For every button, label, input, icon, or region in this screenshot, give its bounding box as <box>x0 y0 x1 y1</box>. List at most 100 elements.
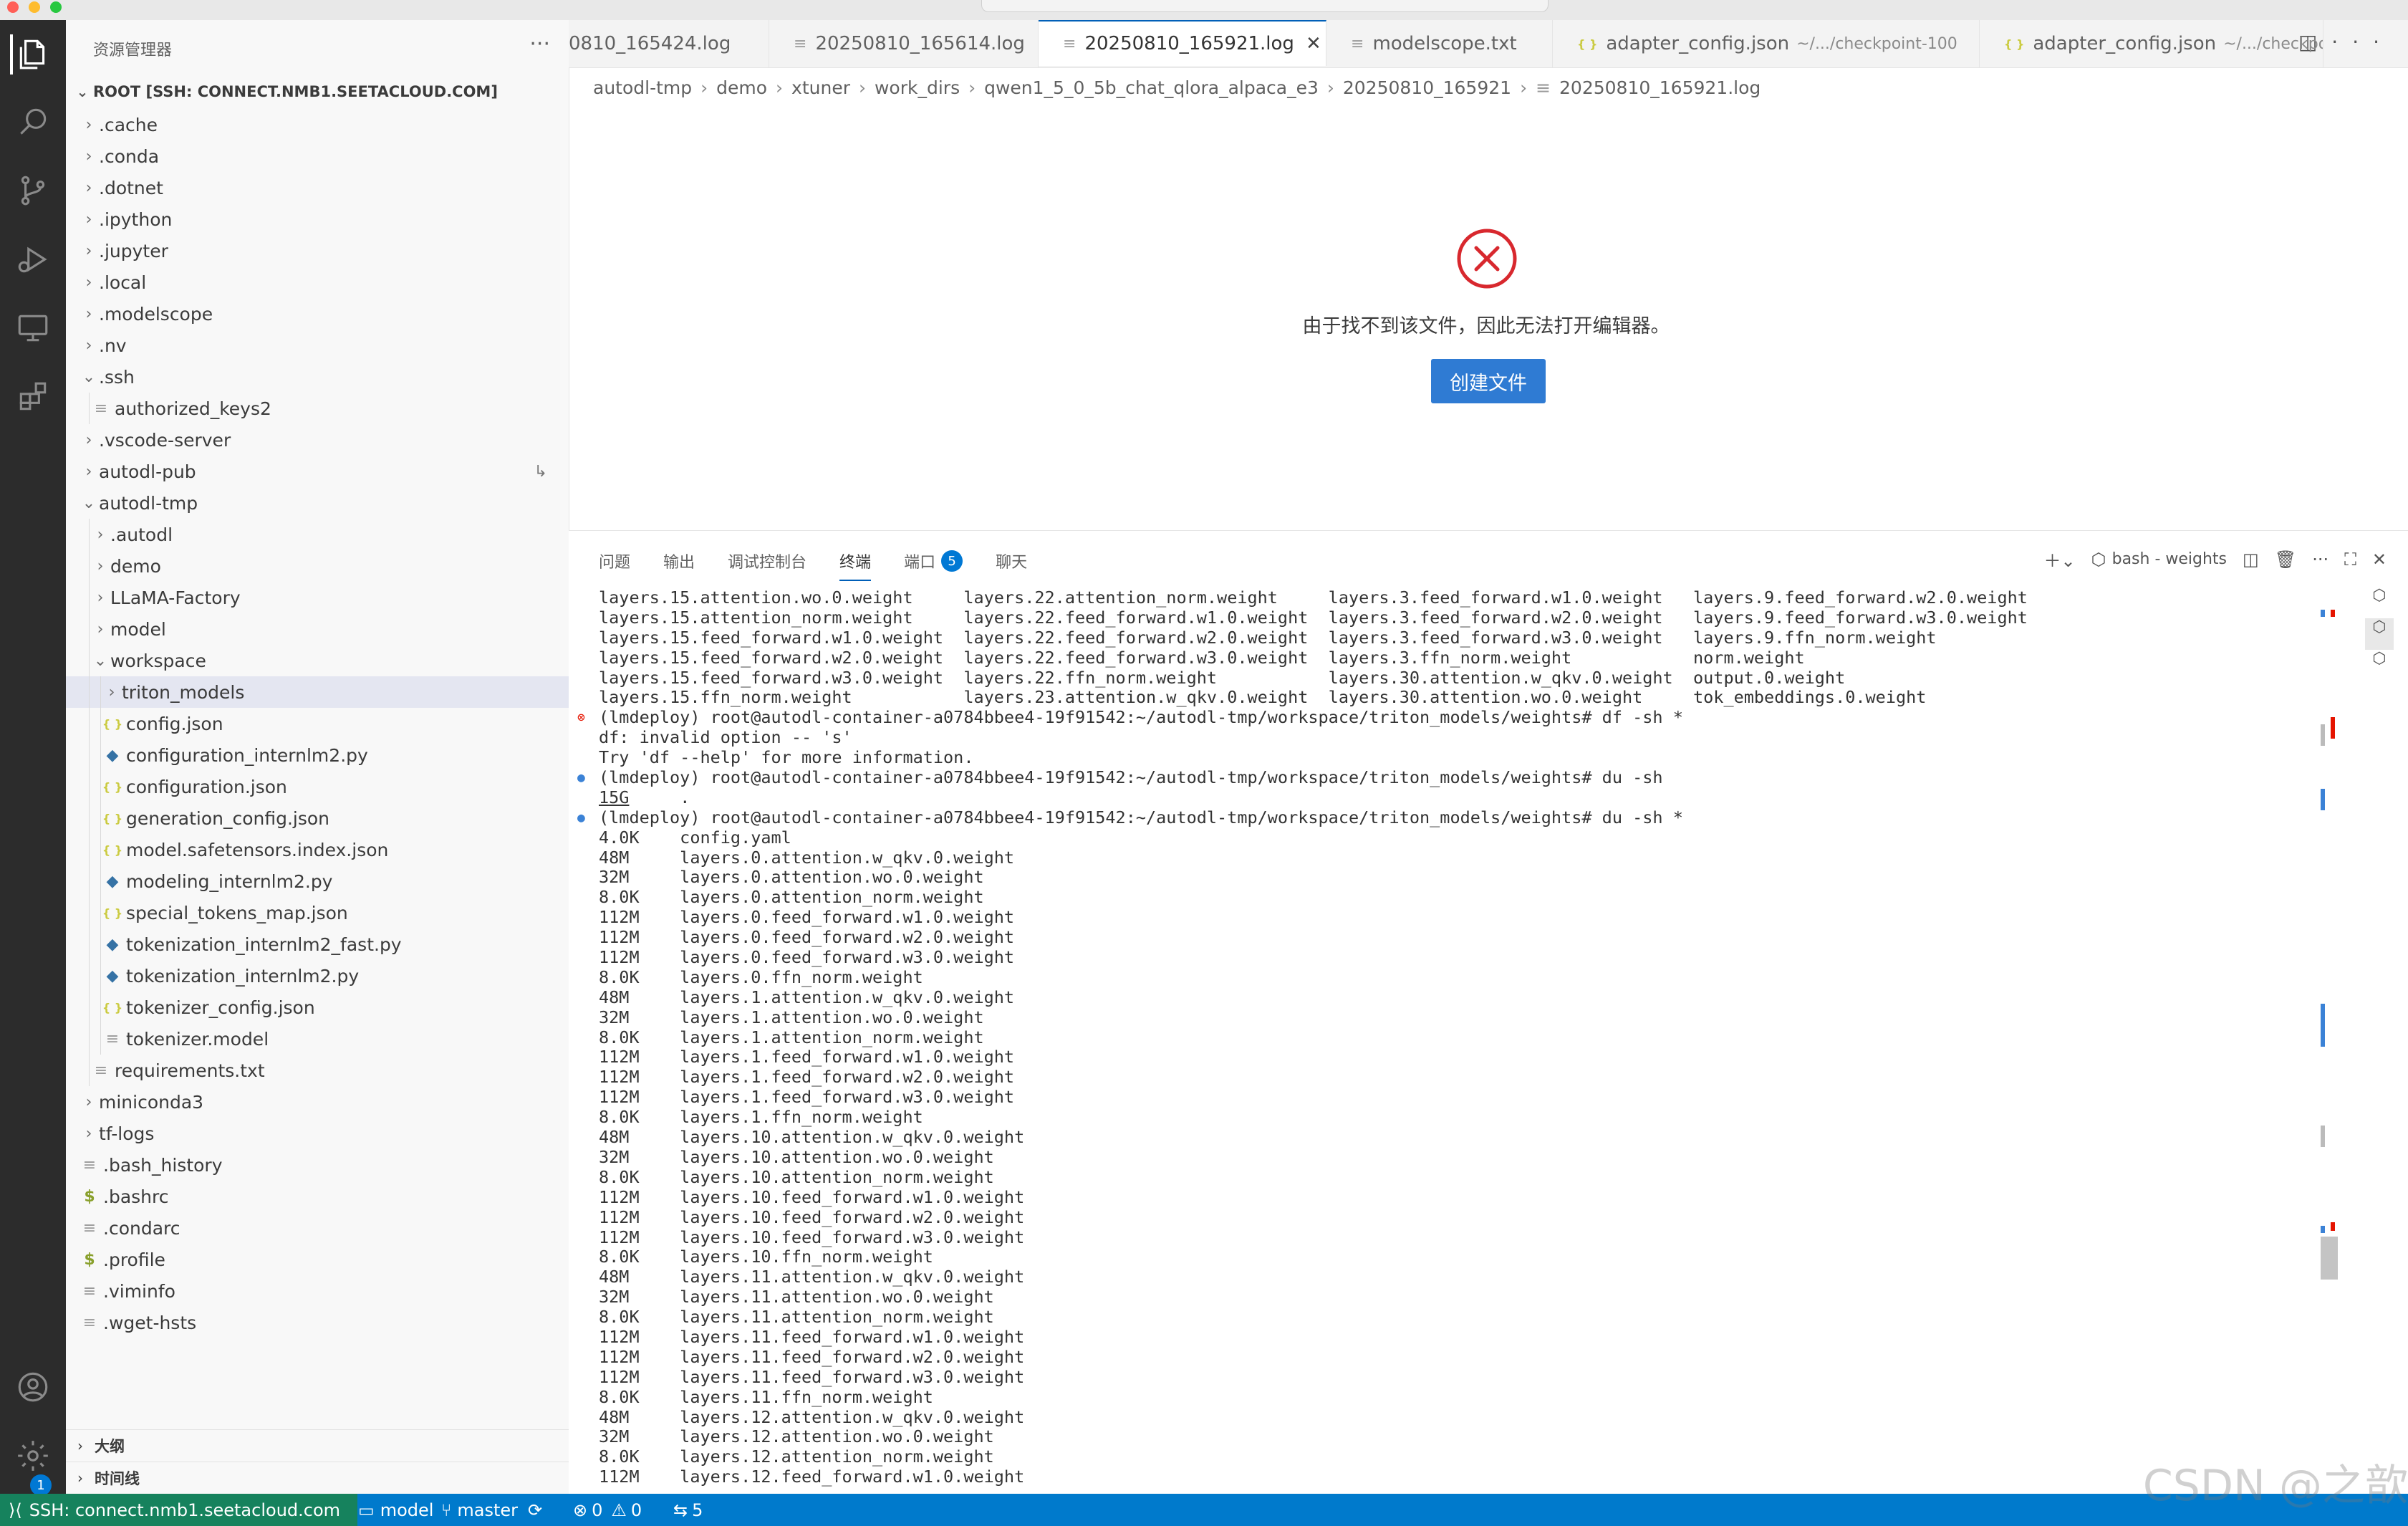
tree-folder[interactable]: › .conda <box>66 140 569 172</box>
tree-folder[interactable]: › autodl-pub ↳ <box>66 456 569 487</box>
breadcrumb-item[interactable]: xtuner <box>791 77 850 98</box>
tree-folder[interactable]: › LLaMA-Factory <box>66 582 569 613</box>
panel-tab[interactable]: 输出 <box>663 550 695 572</box>
editor-tab[interactable]: ≡ 20250810_165921.log ✕ <box>1039 20 1326 66</box>
panel-tab[interactable]: 聊天 <box>996 550 1027 572</box>
breadcrumb-item[interactable]: 20250810_165921 <box>1343 77 1511 98</box>
extensions-icon[interactable] <box>13 377 53 417</box>
status-ports[interactable]: ⇆ 5 <box>673 1494 703 1526</box>
tree-file[interactable]: { } generation_config.json <box>66 802 569 834</box>
tree-folder[interactable]: › model <box>66 613 569 645</box>
breadcrumb-item[interactable]: work_dirs <box>875 77 960 98</box>
editor-tab[interactable]: { } adapter_config.json ~/.../checkpoint- <box>1980 20 2323 67</box>
tree-file[interactable]: ≡ authorized_keys2 <box>66 393 569 424</box>
more-actions-icon[interactable]: ··· <box>2331 30 2394 54</box>
window-close-button[interactable] <box>7 1 19 13</box>
terminal-instance-icon[interactable]: ⬡ <box>2365 618 2394 650</box>
terminal-scrollbar[interactable] <box>2321 610 2338 1491</box>
breadcrumb-item[interactable]: demo <box>716 77 767 98</box>
tree-folder[interactable]: › .cache <box>66 109 569 140</box>
tree-folder[interactable]: › miniconda3 <box>66 1086 569 1118</box>
tree-folder[interactable]: › .modelscope <box>66 298 569 330</box>
tree-folder[interactable]: ⌄ autodl-tmp <box>66 487 569 519</box>
tree-file[interactable]: ◆ tokenization_internlm2_fast.py <box>66 928 569 960</box>
editor-tab[interactable]: ≡ modelscope.txt <box>1326 20 1553 67</box>
panel-tabs: 问题 输出 调试控制台 终端 端口 5 聊天 <box>599 547 1060 581</box>
remote-explorer-icon[interactable] <box>13 308 53 348</box>
account-icon[interactable] <box>13 1367 53 1407</box>
tree-file[interactable]: ≡ .wget-hsts <box>66 1307 569 1338</box>
tree-file[interactable]: { } configuration.json <box>66 771 569 802</box>
breadcrumb-item[interactable]: 20250810_165921.log <box>1559 77 1761 98</box>
tree-file[interactable]: ≡ tokenizer.model <box>66 1023 569 1055</box>
tree-folder[interactable]: › demo <box>66 550 569 582</box>
terminal-instance-icon[interactable]: ⬡ <box>2365 650 2394 681</box>
tree-folder[interactable]: › .jupyter <box>66 235 569 267</box>
sidebar-section[interactable]: › 时间线 <box>66 1462 569 1494</box>
tree-file[interactable]: { } config.json <box>66 708 569 739</box>
window-minimize-button[interactable] <box>29 1 40 13</box>
tree-file[interactable]: ≡ .viminfo <box>66 1275 569 1307</box>
tree-folder[interactable]: › .dotnet <box>66 172 569 203</box>
terminal-instance-icon[interactable]: ⬡ <box>2365 587 2394 618</box>
explorer-icon[interactable] <box>10 34 53 75</box>
status-env[interactable]: ▭ model <box>358 1494 433 1526</box>
tree-file[interactable]: ◆ configuration_internlm2.py <box>66 739 569 771</box>
command-center[interactable] <box>981 0 1549 12</box>
tree-folder[interactable]: ⌄ .ssh <box>66 361 569 393</box>
panel-tab[interactable]: 问题 <box>599 550 630 572</box>
tree-folder[interactable]: › .nv <box>66 330 569 361</box>
command-success-icon[interactable]: ● <box>577 808 585 828</box>
tree-folder[interactable]: › tf-logs <box>66 1118 569 1149</box>
panel-tab[interactable]: 端口 5 <box>904 550 963 572</box>
tree-folder[interactable]: › triton_models <box>66 676 569 708</box>
tree-file[interactable]: $ .profile <box>66 1244 569 1275</box>
tree-folder[interactable]: ⌄ workspace <box>66 645 569 676</box>
sidebar-section[interactable]: › 大纲 <box>66 1429 569 1462</box>
source-control-icon[interactable] <box>13 171 53 211</box>
tree-file[interactable]: { } special_tokens_map.json <box>66 897 569 928</box>
trash-icon[interactable]: 🗑 <box>2275 550 2296 570</box>
close-tab-icon[interactable]: ✕ <box>1306 33 1321 54</box>
window-maximize-button[interactable] <box>50 1 62 13</box>
tree-file[interactable]: $ .bashrc <box>66 1181 569 1212</box>
close-panel-icon[interactable]: ✕ <box>2372 550 2387 570</box>
terminal-name[interactable]: bash - weights <box>2112 550 2227 568</box>
remote-indicator[interactable]: ⟩⟨ SSH: connect.nmb1.seetacloud.com <box>0 1494 358 1526</box>
tree-item-label: demo <box>110 555 161 577</box>
status-branch[interactable]: ⑂ master ⟳ <box>441 1494 542 1526</box>
command-error-icon[interactable]: ⊗ <box>577 708 585 728</box>
sidebar-more-icon[interactable]: ··· <box>529 32 550 57</box>
tree-file[interactable]: ◆ tokenization_internlm2.py <box>66 960 569 992</box>
settings-gear-icon[interactable] <box>13 1436 53 1476</box>
tree-file[interactable]: ≡ .condarc <box>66 1212 569 1244</box>
run-debug-icon[interactable] <box>13 239 53 279</box>
tree-file[interactable]: ≡ requirements.txt <box>66 1055 569 1086</box>
panel-tab[interactable]: 调试控制台 <box>728 550 806 572</box>
command-success-icon[interactable]: ● <box>577 768 585 788</box>
tree-file[interactable]: { } model.safetensors.index.json <box>66 834 569 865</box>
editor-tab[interactable]: 0810_165424.log <box>569 20 769 67</box>
breadcrumb-item[interactable]: qwen1_5_0_5b_chat_qlora_alpaca_e3 <box>984 77 1319 98</box>
editor-tab[interactable]: ≡ 20250810_165614.log <box>769 20 1039 67</box>
new-terminal-icon[interactable]: ＋⌄ <box>2044 547 2076 572</box>
editor-tab[interactable]: { } adapter_config.json ~/.../checkpoint-1… <box>1553 20 1980 67</box>
create-file-button[interactable]: 创建文件 <box>1431 359 1546 403</box>
tree-folder[interactable]: › .vscode-server <box>66 424 569 456</box>
tree-file[interactable]: ≡ .bash_history <box>66 1149 569 1181</box>
split-terminal-icon[interactable]: ◫ <box>2243 550 2259 570</box>
breadcrumb-item[interactable]: autodl-tmp <box>593 77 692 98</box>
tree-folder[interactable]: › .ipython <box>66 203 569 235</box>
tree-folder[interactable]: › .autodl <box>66 519 569 550</box>
explorer-root[interactable]: ⌄ ROOT [SSH: CONNECT.NMB1.SEETACLOUD.COM… <box>72 77 559 106</box>
search-icon[interactable] <box>13 102 53 142</box>
tree-file[interactable]: ◆ modeling_internlm2.py <box>66 865 569 897</box>
tree-folder[interactable]: › .local <box>66 267 569 298</box>
panel-tab[interactable]: 终端 <box>839 550 872 581</box>
tree-file[interactable]: { } tokenizer_config.json <box>66 992 569 1023</box>
maximize-panel-icon[interactable]: ⛶ <box>2344 550 2356 570</box>
terminal-output[interactable]: layers.15.attention.wo.0.weight layers.2… <box>577 587 2318 1487</box>
status-problems[interactable]: ⊗ 0 ⚠ 0 <box>573 1494 642 1526</box>
tree-item-label: workspace <box>110 650 206 671</box>
more-icon[interactable]: ··· <box>2312 550 2328 570</box>
